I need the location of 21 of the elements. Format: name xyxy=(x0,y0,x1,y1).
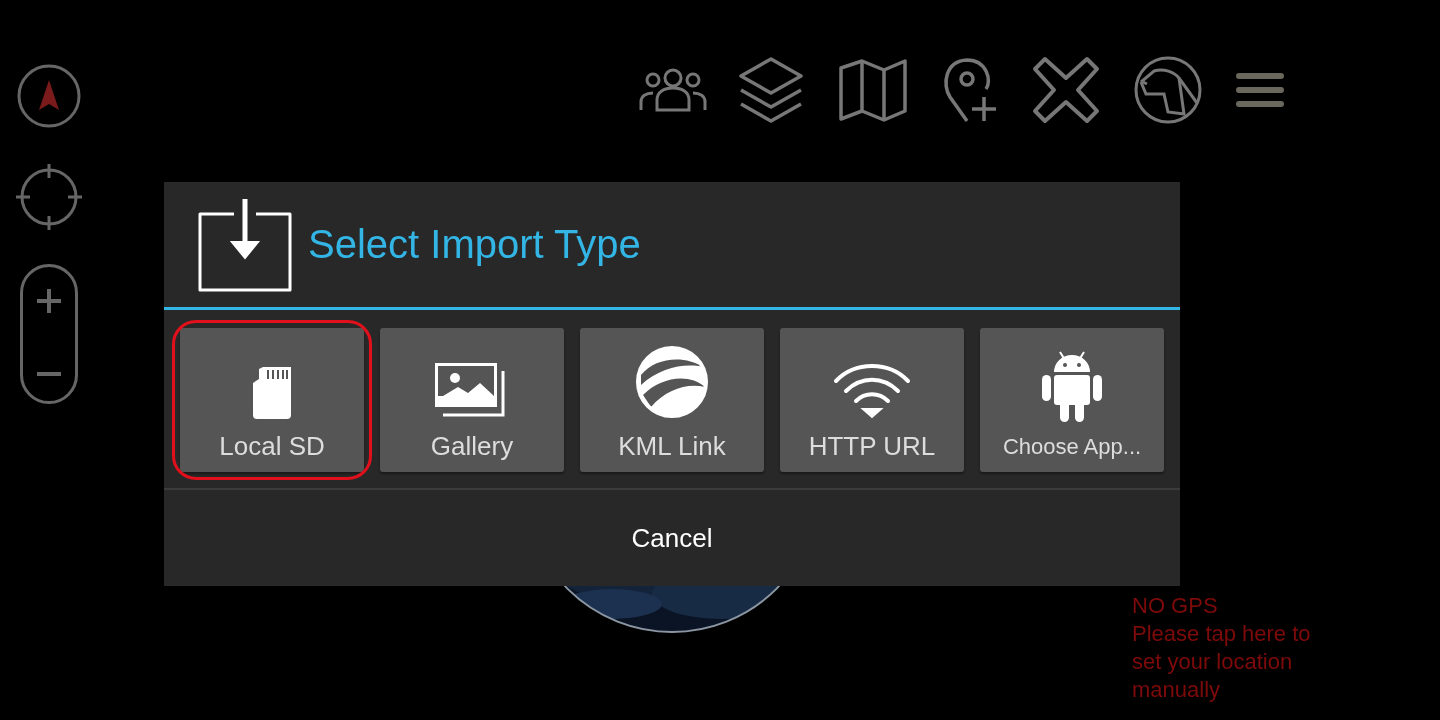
import-option[interactable]: Gallery xyxy=(380,328,564,472)
cancel-button[interactable]: Cancel xyxy=(164,490,1180,586)
android-icon xyxy=(1042,350,1102,422)
import-option[interactable]: HTTP URL xyxy=(780,328,964,472)
close-icon[interactable] xyxy=(1032,56,1100,124)
wifi-icon xyxy=(833,361,911,419)
dialog-title: Select Import Type xyxy=(308,222,641,267)
people-icon[interactable] xyxy=(638,68,708,112)
import-option[interactable]: KML Link xyxy=(580,328,764,472)
import-option[interactable]: Choose App... xyxy=(980,328,1164,472)
zoom-out-icon[interactable] xyxy=(35,371,63,377)
import-option[interactable]: Local SD xyxy=(180,328,364,472)
zoom-in-icon[interactable] xyxy=(35,287,63,315)
crosshair-icon[interactable] xyxy=(14,162,84,232)
map-icon[interactable] xyxy=(838,58,908,122)
sd-card-icon xyxy=(253,367,291,419)
layers-icon[interactable] xyxy=(738,56,804,124)
globe-icon xyxy=(635,345,709,419)
menu-icon[interactable] xyxy=(1236,72,1284,108)
compass-icon[interactable] xyxy=(17,64,81,128)
add-pin-icon[interactable] xyxy=(942,57,998,123)
